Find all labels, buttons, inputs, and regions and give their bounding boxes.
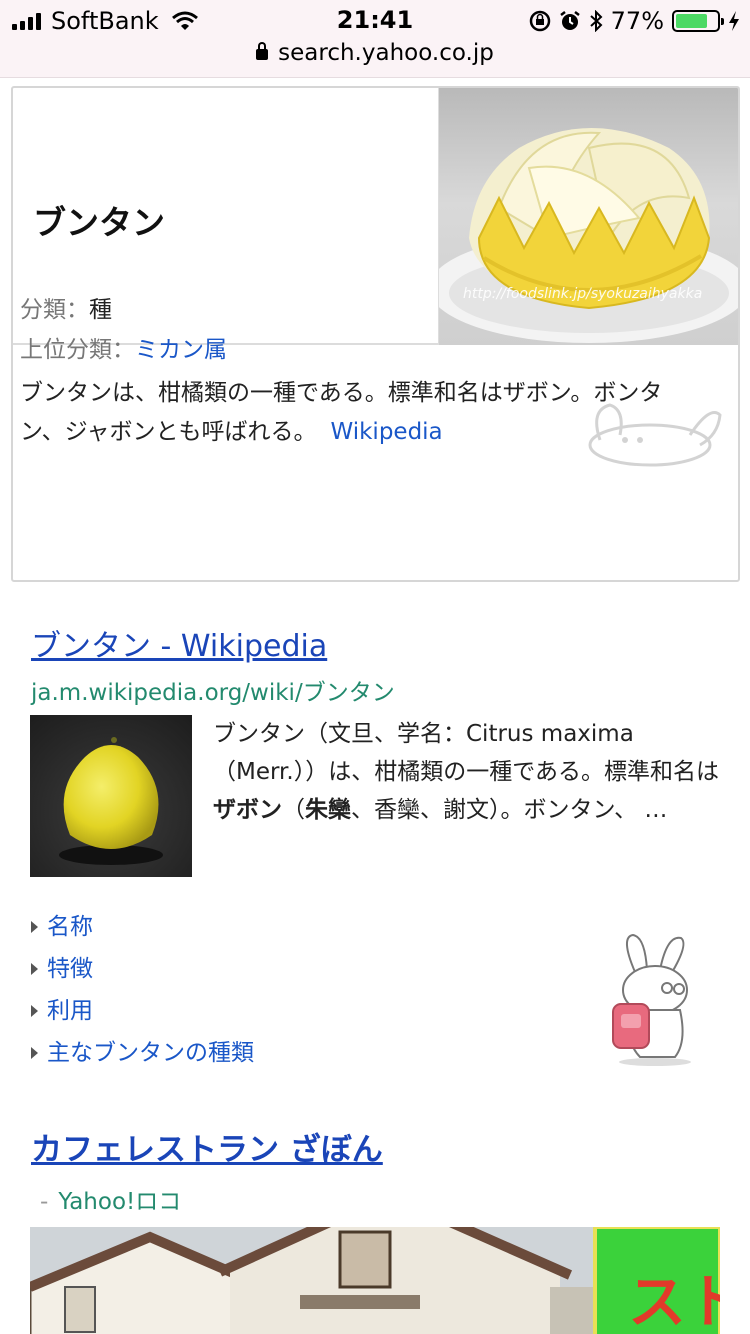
result-title-wikipedia[interactable]: ブンタン - Wikipedia <box>31 621 327 665</box>
sitelink-label: 特徴 <box>47 956 93 982</box>
result-url-wikipedia: ja.m.wikipedia.org/wiki/ブンタン <box>31 680 395 706</box>
sitelink-label: 利用 <box>47 998 93 1024</box>
bunny-sticker-icon <box>588 403 722 467</box>
source-name[interactable]: Yahoo!ロコ <box>58 1189 181 1215</box>
wikipedia-source-link[interactable]: Wikipedia <box>330 419 442 445</box>
parent-link[interactable]: ミカン属 <box>135 337 227 363</box>
caret-right-icon <box>31 921 38 933</box>
restaurant-photo[interactable]: ストラン ぼん <box>30 1227 720 1334</box>
pomelo-thumbnail[interactable] <box>30 715 192 877</box>
sitelink-varieties[interactable]: 主なブンタンの種類 <box>31 1032 254 1074</box>
url-text: search.yahoo.co.jp <box>278 40 494 66</box>
sitelink-name[interactable]: 名称 <box>31 906 254 948</box>
result-snippet-wikipedia: ブンタン（文旦、学名：Citrus maxima （Merr.））は、柑橘類の一… <box>213 715 723 829</box>
status-bar: SoftBank 21:41 77% search.yahoo.co.jp <box>0 0 750 78</box>
caret-right-icon <box>31 1005 38 1017</box>
lock-icon <box>256 42 269 60</box>
sitelink-uses[interactable]: 利用 <box>31 990 254 1032</box>
card-facts: 分類：種 上位分類：ミカン属 <box>20 290 227 370</box>
image-watermark: http://foodslink.jp/syokuzaihyakka <box>463 286 703 302</box>
classification-value: 種 <box>89 297 112 323</box>
result-title-cafe-zabon[interactable]: カフェレストラン ざぼん <box>31 1124 383 1169</box>
sitelink-label: 主なブンタンの種類 <box>47 1040 254 1066</box>
sitelink-label: 名称 <box>47 914 93 940</box>
pomelo-fruit-illustration <box>59 737 163 865</box>
card-title: ブンタン <box>33 203 165 242</box>
parent-row: 上位分類：ミカン属 <box>20 330 227 370</box>
classification-row: 分類：種 <box>20 290 227 330</box>
classification-label: 分類： <box>20 297 89 323</box>
caret-right-icon <box>31 963 38 975</box>
rotation-lock-icon <box>529 10 550 32</box>
sign-text: ストラン ぼん <box>628 1268 720 1334</box>
pomelo-illustration <box>439 128 738 343</box>
snippet-bold-zabon: ザボン <box>213 797 282 823</box>
address-bar[interactable]: search.yahoo.co.jp <box>0 40 750 66</box>
restaurant-building-illustration: ストラン ぼん <box>30 1227 720 1334</box>
sitelink-features[interactable]: 特徴 <box>31 948 254 990</box>
snippet-bold-kanji: 朱欒 <box>305 797 351 823</box>
status-right: 77% <box>529 7 740 35</box>
battery-icon <box>672 10 724 32</box>
snippet-part-a: ブンタン（文旦、学名：Citrus maxima （Merr.））は、柑橘類の一… <box>213 721 719 785</box>
bunny-backpack-sticker-icon <box>612 933 691 1066</box>
result-source-yahoo-loco: - Yahoo!ロコ <box>40 1182 181 1216</box>
charging-icon <box>729 11 739 31</box>
parent-label: 上位分類： <box>20 337 135 363</box>
pomelo-photo[interactable]: http://foodslink.jp/syokuzaihyakka <box>438 88 738 345</box>
snippet-part-d: 、香欒、謝文）。ボンタン、 … <box>351 797 668 823</box>
bluetooth-icon <box>589 10 603 32</box>
battery-percent: 77% <box>610 7 664 35</box>
snippet-part-c: （ <box>282 797 305 823</box>
source-dash: - <box>40 1189 49 1215</box>
caret-right-icon <box>31 1047 38 1059</box>
battery-fill <box>676 14 707 28</box>
sitelinks: 名称 特徴 利用 主なブンタンの種類 <box>31 906 254 1074</box>
alarm-icon <box>559 11 580 30</box>
